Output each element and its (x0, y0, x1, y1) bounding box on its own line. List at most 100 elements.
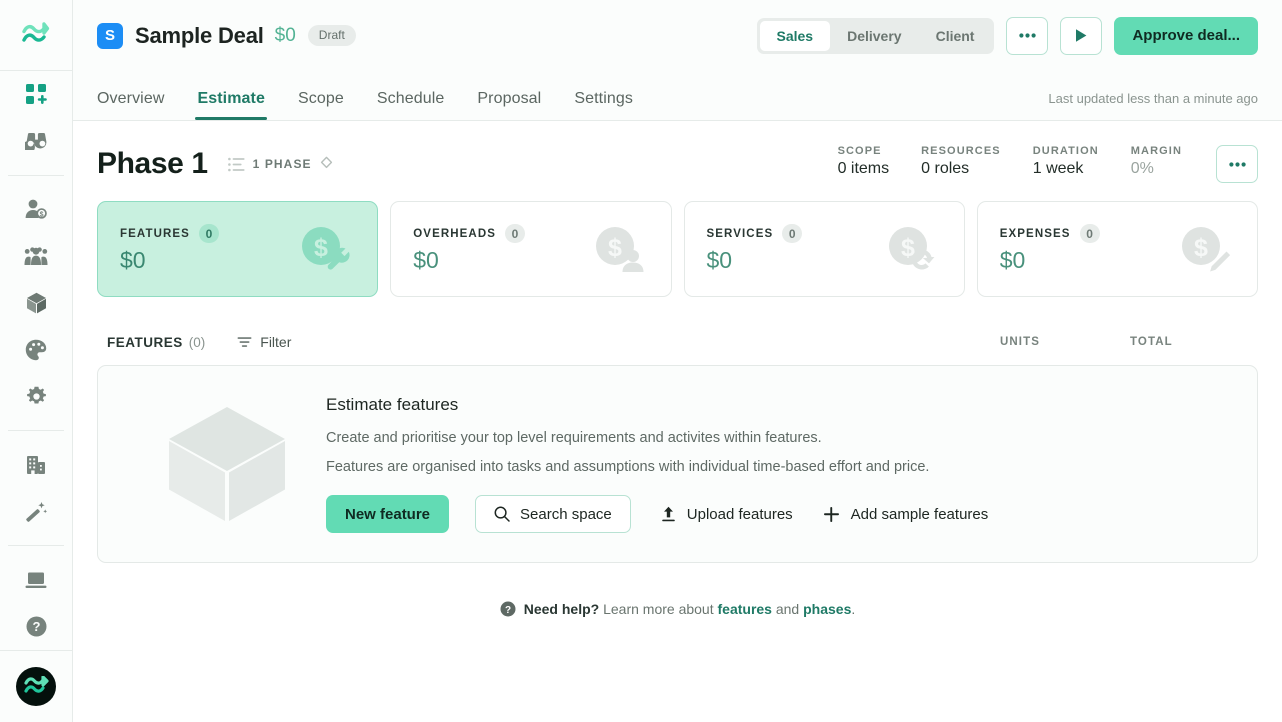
sidebar-item-settings[interactable] (0, 373, 72, 420)
status-badge: Draft (307, 25, 356, 46)
search-icon (494, 506, 510, 522)
metric-duration: DURATION 1 week (1033, 145, 1099, 178)
empty-state-title: Estimate features (326, 395, 459, 414)
deal-more-button[interactable] (1006, 16, 1049, 55)
footer-help: ? Need help? Learn more about features a… (97, 601, 1258, 617)
phase-count-label: 1 PHASE (252, 157, 312, 171)
summary-cards: FEATURES 0 $0 $ OVERHEADS 0 $0 $ SERVICE… (97, 201, 1258, 297)
card-label: OVERHEADS (413, 227, 496, 240)
footer-link-phases[interactable]: phases (803, 601, 851, 617)
sidebar-item-deals[interactable]: $ (0, 186, 72, 233)
laptop-icon (25, 572, 47, 588)
coin-refresh-icon: $ (886, 224, 938, 281)
view-segmented-control: Sales Delivery Client (756, 17, 995, 54)
features-count: (0) (188, 334, 206, 350)
tab-schedule[interactable]: Schedule (377, 90, 445, 120)
features-empty-state: Estimate features Create and prioritise … (97, 365, 1258, 563)
card-label: SERVICES (706, 227, 774, 240)
person-dollar-icon: $ (25, 199, 47, 219)
card-features[interactable]: FEATURES 0 $0 $ (97, 201, 379, 297)
footer-conjunction: and (771, 601, 804, 617)
svg-text:$: $ (608, 234, 622, 262)
avatar[interactable] (16, 666, 56, 706)
card-count: 0 (782, 224, 803, 243)
deal-price: $0 (274, 24, 296, 46)
empty-state-illustration (132, 403, 322, 525)
card-count: 0 (505, 224, 525, 243)
metric-label: RESOURCES (921, 145, 1001, 157)
left-rail: $ ? (0, 0, 73, 722)
add-sample-features-label: Add sample features (850, 505, 989, 523)
coin-wrench-icon: $ (299, 224, 351, 281)
tab-bar: Overview Estimate Scope Schedule Proposa… (73, 71, 1282, 121)
tab-overview[interactable]: Overview (97, 90, 164, 120)
phase-title: Phase 1 (97, 147, 208, 180)
sidebar-item-apps[interactable] (0, 71, 72, 118)
footer-period: . (851, 601, 856, 617)
chevron-updown-icon (320, 156, 332, 168)
svg-text:?: ? (32, 619, 40, 634)
play-icon (1076, 29, 1087, 42)
main-area: S Sample Deal $0 Draft Sales Delivery Cl… (73, 0, 1282, 722)
footer-text: Need help? Learn more about features and… (524, 601, 856, 617)
sidebar-item-explore[interactable] (0, 118, 72, 165)
coin-person-icon: $ (593, 224, 645, 281)
app-root: $ ? S Sample Deal $0 Draft Sales Deliver… (0, 0, 1282, 722)
sidebar-item-workspace[interactable] (0, 556, 72, 603)
tab-scope[interactable]: Scope (298, 90, 344, 120)
segment-delivery[interactable]: Delivery (830, 21, 918, 51)
segment-client[interactable]: Client (919, 21, 992, 51)
coin-pencil-icon: $ (1179, 224, 1231, 281)
sidebar-item-automation[interactable] (0, 488, 72, 535)
card-expenses[interactable]: EXPENSES 0 $0 $ (976, 201, 1258, 297)
new-feature-button[interactable]: New feature (326, 495, 450, 533)
sidebar-item-help[interactable]: ? (0, 603, 72, 650)
approve-deal-button[interactable]: Approve deal... (1114, 16, 1258, 55)
deal-logo: S (97, 22, 123, 49)
empty-state-actions: New feature Search space Upload features… (326, 495, 1223, 533)
plus-icon (823, 506, 839, 522)
tab-estimate[interactable]: Estimate (195, 90, 267, 120)
footer-plain-text: Learn more about (599, 601, 718, 617)
help-circle-icon: ? (500, 601, 516, 617)
add-sample-features-button[interactable]: Add sample features (823, 495, 989, 533)
filter-button[interactable]: Filter (237, 334, 291, 350)
content-area: Phase 1 1 PHASE SCOPE 0 items RESOURCES … (73, 121, 1282, 722)
phase-header: Phase 1 1 PHASE SCOPE 0 items RESOURCES … (97, 121, 1258, 193)
tab-settings[interactable]: Settings (574, 90, 633, 120)
ellipsis-icon (1228, 161, 1246, 167)
app-logo[interactable] (0, 0, 72, 71)
metric-value: 0% (1130, 160, 1154, 177)
segment-sales[interactable]: Sales (759, 20, 831, 51)
footer-link-features[interactable]: features (718, 601, 772, 617)
sidebar-item-branding[interactable] (0, 327, 72, 374)
sidebar-item-products[interactable] (0, 280, 72, 327)
phase-more-button[interactable] (1216, 145, 1258, 183)
filter-icon (237, 337, 252, 347)
rail-divider-1 (8, 174, 64, 176)
sidebar-item-people[interactable] (0, 233, 72, 280)
card-services[interactable]: SERVICES 0 $0 $ (683, 201, 965, 297)
phase-selector[interactable]: 1 PHASE (227, 156, 333, 173)
tab-proposal[interactable]: Proposal (477, 90, 541, 120)
card-count: 0 (198, 224, 219, 243)
empty-state-paragraph-1: Create and prioritise your top level req… (326, 430, 822, 446)
features-list-header: FEATURES (0) Filter UNITS TOTAL (97, 319, 1258, 365)
metric-margin: MARGIN 0% (1131, 145, 1182, 178)
card-overheads[interactable]: OVERHEADS 0 $0 $ (390, 201, 672, 297)
sidebar-item-organisation[interactable] (0, 441, 72, 488)
cube-illustration-icon (169, 407, 285, 521)
metric-label: MARGIN (1130, 145, 1182, 157)
wave-avatar-icon (24, 676, 49, 694)
last-updated-text: Last updated less than a minute ago (1048, 91, 1258, 106)
package-icon (26, 292, 46, 314)
search-space-button[interactable]: Search space (475, 495, 631, 533)
wave-logo-icon (22, 22, 50, 42)
metric-value: 0 items (837, 160, 890, 177)
ellipsis-icon (1019, 33, 1036, 38)
svg-text:$: $ (40, 212, 44, 219)
metric-value: 0 roles (921, 160, 970, 177)
upload-features-button[interactable]: Upload features (661, 495, 793, 533)
gear-icon (26, 387, 46, 404)
run-deal-button[interactable] (1060, 16, 1103, 55)
